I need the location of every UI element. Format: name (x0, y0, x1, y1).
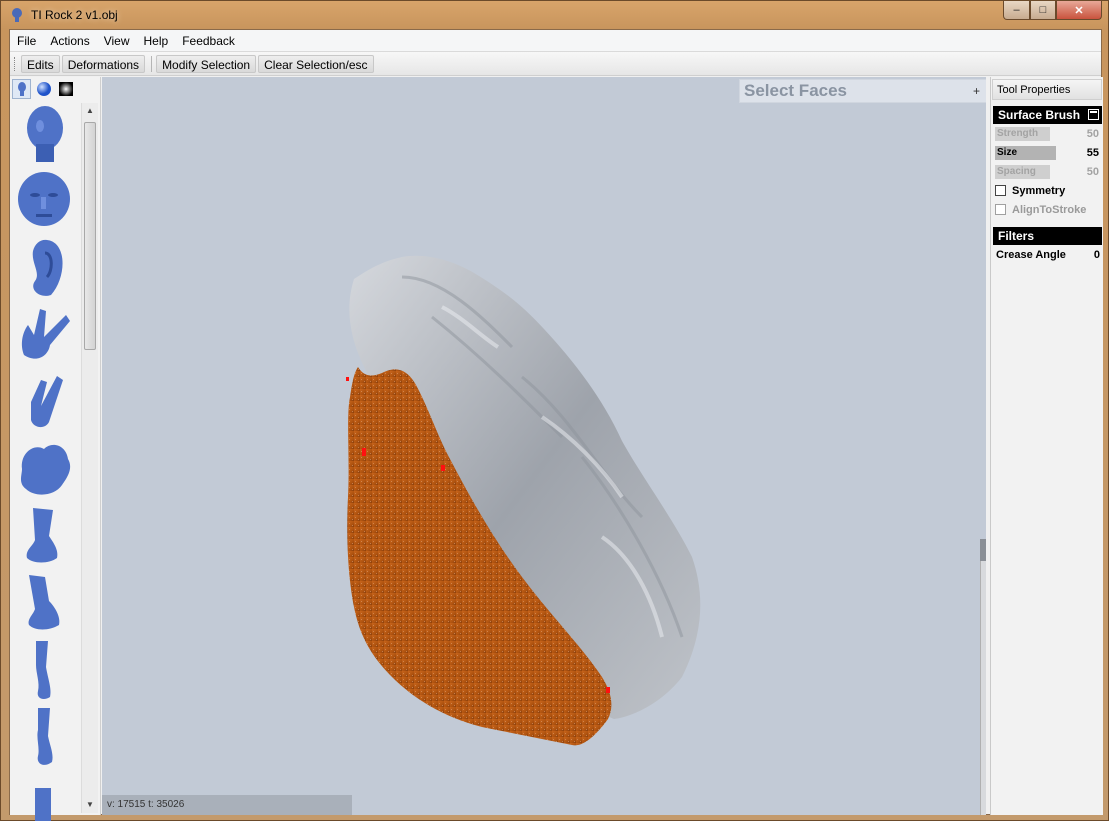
brush-leg[interactable] (14, 639, 74, 701)
selection-marker (606, 687, 610, 693)
expand-icon[interactable]: + (973, 84, 980, 98)
palette-tabs (10, 77, 100, 101)
align-to-stroke-box[interactable] (995, 204, 1006, 215)
sphere-icon[interactable] (34, 79, 53, 99)
viewport-side-scroll[interactable] (980, 539, 986, 815)
collapse-icon[interactable] (1088, 109, 1099, 120)
head-icon[interactable] (12, 79, 31, 99)
strength-slider[interactable]: Strength 50 (991, 124, 1103, 143)
client-area: File Actions View Help Feedback Edits De… (9, 29, 1103, 821)
brush-two-fingers[interactable] (14, 371, 74, 433)
selection-marker (362, 448, 366, 456)
menu-feedback[interactable]: Feedback (175, 30, 242, 52)
app-window: TI Rock 2 v1.obj – □ ✕ File Actions View… (0, 0, 1109, 821)
selection-marker (441, 465, 445, 471)
brush-ear[interactable] (14, 237, 74, 299)
brush-boot[interactable] (14, 706, 74, 768)
filters-title: Filters (998, 229, 1035, 243)
window-controls: – □ ✕ (1003, 1, 1102, 20)
size-label: Size (995, 145, 1056, 160)
minimize-button[interactable]: – (1003, 1, 1030, 20)
strength-label: Strength (995, 126, 1050, 141)
modify-selection-button[interactable]: Modify Selection (156, 54, 257, 73)
size-slider[interactable]: Size 55 (991, 143, 1103, 162)
menu-view[interactable]: View (97, 30, 137, 52)
tool-properties-header: Tool Properties (992, 79, 1102, 100)
size-value: 55 (1086, 146, 1099, 159)
surface-brush-section: Surface Brush (993, 106, 1102, 124)
3d-viewport[interactable]: Select Faces + v: 17515 t: 35026 (102, 77, 986, 815)
material-icon[interactable] (56, 79, 75, 99)
title-bar: TI Rock 2 v1.obj – □ ✕ (1, 1, 1108, 29)
menu-help[interactable]: Help (137, 30, 176, 52)
align-to-stroke-checkbox[interactable]: AlignToStroke (991, 200, 1103, 219)
app-icon (12, 8, 22, 22)
toolbar-grip[interactable] (14, 56, 17, 71)
close-button[interactable]: ✕ (1056, 1, 1102, 20)
edits-button[interactable]: Edits (21, 54, 60, 73)
toolbar: Edits Deformations Modify Selection Clea… (10, 52, 1101, 76)
symmetry-label: Symmetry (1012, 184, 1066, 197)
tool-properties-panel: Tool Properties Surface Brush Strength 5… (990, 77, 1103, 815)
align-to-stroke-label: AlignToStroke (1012, 203, 1087, 216)
brush-face[interactable] (14, 170, 74, 232)
filters-section: Filters (993, 227, 1102, 245)
brush-palette: ▲ ▼ (10, 77, 101, 821)
maximize-button[interactable]: □ (1030, 1, 1056, 20)
spacing-label: Spacing (995, 164, 1050, 179)
spacing-value: 50 (1086, 165, 1099, 178)
brush-head[interactable] (14, 103, 74, 165)
menu-bar: File Actions View Help Feedback (10, 30, 1101, 52)
window-title: TI Rock 2 v1.obj (31, 8, 118, 22)
viewport-side-scroll-thumb[interactable] (980, 539, 986, 561)
scroll-down-icon[interactable]: ▼ (82, 797, 98, 813)
crease-angle-field[interactable]: Crease Angle 0 (991, 245, 1103, 265)
strength-value: 50 (1086, 127, 1099, 140)
select-faces-panel[interactable]: Select Faces + (739, 79, 986, 103)
brush-leg-foot[interactable] (14, 572, 74, 634)
spacing-slider[interactable]: Spacing 50 (991, 162, 1103, 181)
surface-brush-title: Surface Brush (998, 108, 1081, 122)
scroll-up-icon[interactable]: ▲ (82, 103, 98, 119)
brush-foot-blob[interactable] (14, 438, 74, 500)
status-bar: v: 17515 t: 35026 (102, 795, 352, 815)
deformations-button[interactable]: Deformations (61, 54, 146, 73)
toolbar-separator (151, 55, 153, 72)
clear-selection-button[interactable]: Clear Selection/esc (258, 54, 374, 73)
select-faces-title: Select Faces (744, 81, 848, 100)
brush-list (14, 103, 80, 821)
palette-scrollbar[interactable]: ▲ ▼ (81, 103, 98, 813)
selection-marker (346, 377, 349, 381)
crease-angle-value[interactable]: 0 (1094, 249, 1100, 261)
brush-partial[interactable] (14, 773, 74, 821)
brush-foot[interactable] (14, 505, 74, 567)
scroll-thumb[interactable] (84, 122, 96, 350)
symmetry-checkbox[interactable]: Symmetry (991, 181, 1103, 200)
menu-file[interactable]: File (10, 30, 43, 52)
brush-hand[interactable] (14, 304, 74, 366)
menu-actions[interactable]: Actions (43, 30, 96, 52)
rock-mesh[interactable] (102, 77, 986, 815)
crease-angle-label: Crease Angle (996, 249, 1066, 261)
symmetry-box[interactable] (995, 185, 1006, 196)
